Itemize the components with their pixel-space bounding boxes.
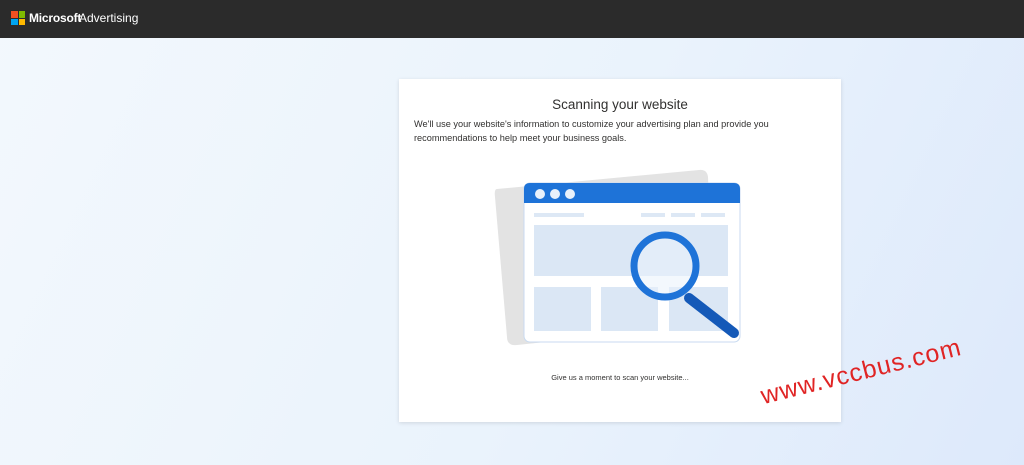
page-title: Scanning your website bbox=[552, 97, 688, 112]
top-bar: Microsoft Advertising bbox=[0, 0, 1024, 38]
scanning-description: We'll use your website's information to … bbox=[414, 119, 769, 143]
microsoft-logo-icon[interactable] bbox=[11, 11, 25, 25]
brand-name[interactable]: Microsoft bbox=[29, 11, 81, 25]
website-scan-illustration bbox=[494, 169, 741, 346]
content-line bbox=[671, 213, 695, 217]
content-line bbox=[701, 213, 725, 217]
content-line bbox=[641, 213, 665, 217]
content-tile bbox=[534, 287, 591, 331]
scanning-card: Scanning your website We'll use your web… bbox=[399, 79, 841, 422]
window-dot-icon bbox=[535, 189, 545, 199]
window-dot-icon bbox=[550, 189, 560, 199]
product-name[interactable]: Advertising bbox=[79, 11, 138, 25]
window-dot-icon bbox=[565, 189, 575, 199]
content-line bbox=[534, 213, 584, 217]
